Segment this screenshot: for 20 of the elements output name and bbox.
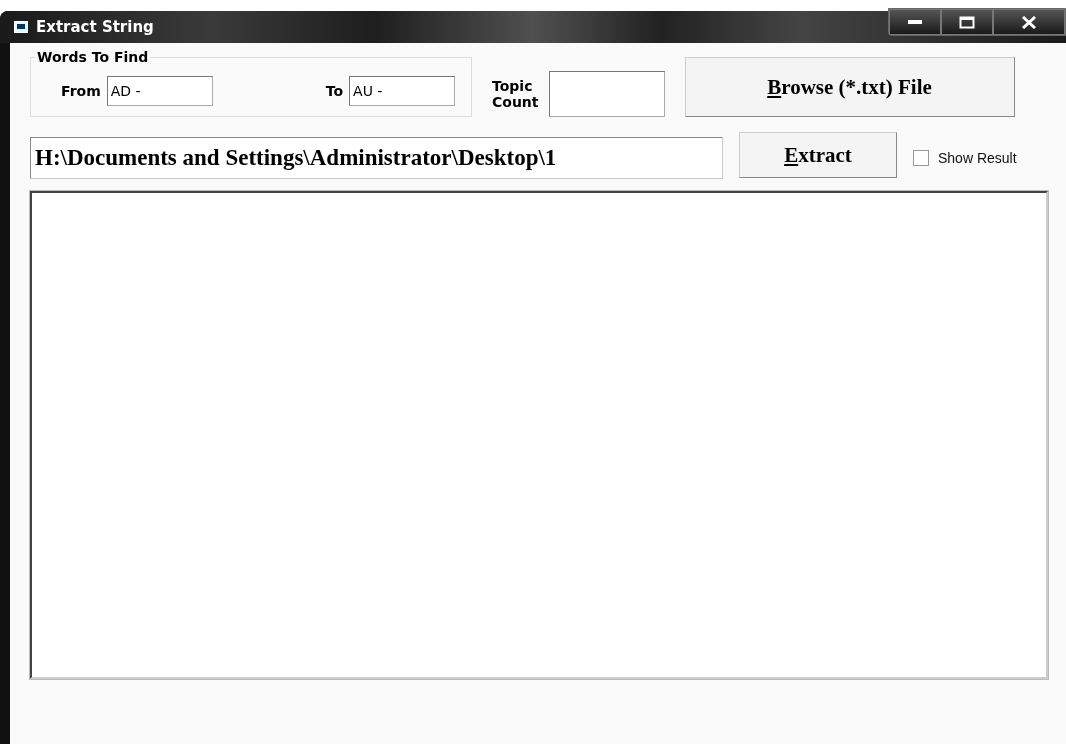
window-icon — [14, 21, 28, 33]
from-field[interactable]: AD - — [106, 75, 213, 106]
group-title: Words To Find — [36, 49, 150, 65]
maximize-button[interactable] — [941, 9, 993, 35]
maximize-icon — [959, 15, 975, 29]
browse-button[interactable]: Browse (*.txt) File — [684, 57, 1015, 117]
show-result-label: Show Result — [938, 150, 1017, 166]
close-button[interactable] — [993, 9, 1065, 35]
show-result-checkbox[interactable] — [913, 150, 929, 166]
extract-button[interactable]: Extract — [739, 132, 897, 178]
from-label: From — [61, 82, 101, 99]
to-label: To — [325, 82, 344, 99]
close-icon — [1022, 15, 1036, 29]
minimize-button[interactable] — [889, 9, 941, 35]
minimize-icon — [908, 20, 922, 24]
topic-count-field[interactable] — [548, 71, 665, 117]
topic-count-label: Topic Count — [492, 78, 539, 110]
to-field[interactable]: AU - — [349, 75, 456, 106]
window-title: Extract String — [36, 18, 154, 36]
path-field[interactable]: H:\Documents and Settings\Administrator\Desktop\1 — [30, 137, 723, 179]
